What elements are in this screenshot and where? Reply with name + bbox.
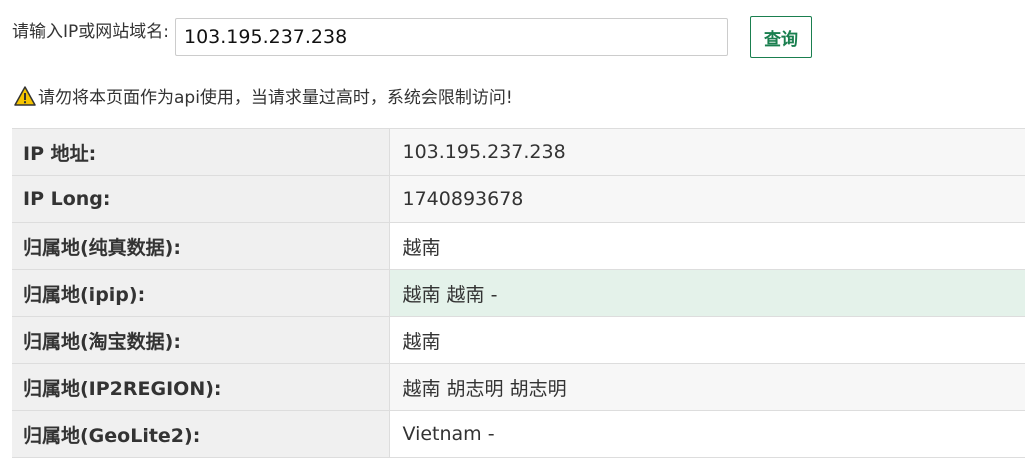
table-row: 归属地(GeoLite2): Vietnam - [12,410,1025,458]
query-button[interactable]: 查询 [750,16,812,58]
search-label: 请输入IP或网站域名: [12,22,169,42]
row-value: 越南 越南 - [389,269,1025,317]
search-bar: 请输入IP或网站域名: 查询 [12,16,812,58]
row-key: 归属地(GeoLite2): [12,410,390,458]
row-key: 归属地(ipip): [12,269,390,317]
row-key: 归属地(淘宝数据): [12,316,390,364]
row-value: 1740893678 [389,175,1025,223]
row-value: 越南 [389,316,1025,364]
row-key: IP 地址: [12,128,390,176]
row-value: 越南 [389,222,1025,270]
warning-triangle-icon [14,85,36,106]
table-row: IP Long: 1740893678 [12,175,1025,223]
row-value: 103.195.237.238 [389,128,1025,176]
row-key: 归属地(纯真数据): [12,222,390,270]
row-key: IP Long: [12,175,390,223]
row-key: 归属地(IP2REGION): [12,363,390,411]
table-row: IP 地址: 103.195.237.238 [12,128,1025,176]
ip-search-input[interactable] [175,18,728,56]
row-value: Vietnam - [389,410,1025,458]
table-row: 归属地(纯真数据): 越南 [12,222,1025,270]
api-warning: 请勿将本页面作为api使用，当请求量过高时，系统会限制访问! [14,83,513,108]
row-value: 越南 胡志明 胡志明 [389,363,1025,411]
table-row: 归属地(淘宝数据): 越南 [12,316,1025,364]
warning-text: 请勿将本页面作为api使用，当请求量过高时，系统会限制访问! [38,88,513,108]
table-row: 归属地(IP2REGION): 越南 胡志明 胡志明 [12,363,1025,411]
table-row: 归属地(ipip): 越南 越南 - [12,269,1025,317]
ip-info-table: IP 地址: 103.195.237.238 IP Long: 17408936… [12,128,1025,458]
